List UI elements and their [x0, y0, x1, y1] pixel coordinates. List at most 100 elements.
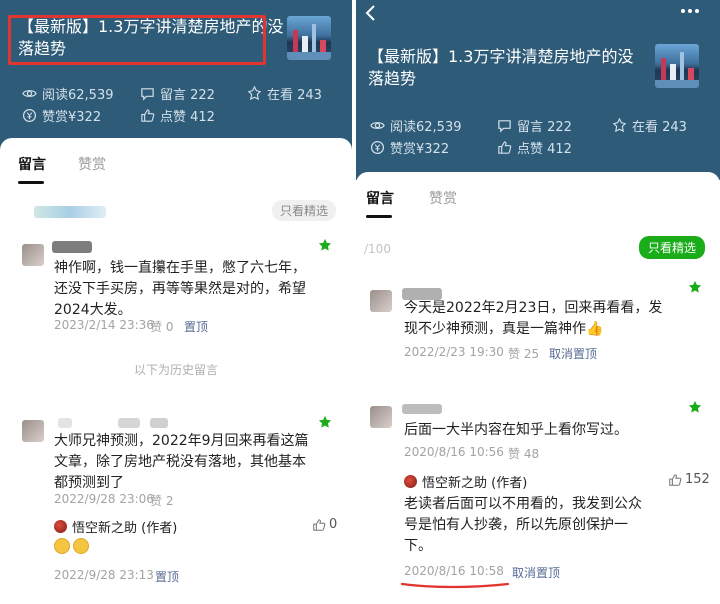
thumb-up-icon — [313, 518, 326, 531]
reward-stat[interactable]: 赞赏¥322 — [370, 138, 449, 157]
reads-text: 阅读62,539 — [390, 120, 462, 135]
likes-text: 点赞 412 — [160, 110, 215, 125]
comments-sheet: 留言 赞赏 /100 只看精选 今天是2022年2月23日，回来再看看，发 现不… — [356, 172, 720, 604]
blurred-username — [52, 241, 92, 253]
tab-comments-underline — [366, 215, 392, 218]
comments-sheet: 留言 赞赏 只看精选 神作啊，钱一直攥在手里，憋了六七年， 还没下手买房，再等等… — [0, 138, 352, 604]
comment-icon — [498, 120, 511, 133]
thumb-up-icon — [669, 473, 682, 486]
emoji-icon — [54, 538, 70, 554]
article-title-line1: 【最新版】1.3万字讲清楚房地产的没 — [368, 47, 634, 66]
reply-date: 2020/8/16 10:58 — [404, 564, 504, 578]
author-name: 悟空新之助 (作者) — [422, 476, 528, 491]
eye-icon — [22, 90, 37, 97]
author-avatar — [54, 520, 67, 533]
article-header: 【最新版】1.3万字讲清楚房地产的没 落趋势 阅读62,539 留言 222 在… — [0, 0, 352, 150]
reply-emoji — [54, 538, 89, 554]
viewing-text: 在看 243 — [267, 88, 322, 103]
featured-only-toggle[interactable]: 只看精选 — [639, 236, 706, 259]
reply-text-line2: 号是怕有人抄袭，所以先原创保护一 — [404, 517, 628, 533]
reply-like-count: 152 — [685, 472, 710, 487]
tab-comments[interactable]: 留言 — [366, 188, 394, 208]
reward-text: 赞赏¥322 — [390, 142, 450, 157]
reward-icon — [370, 140, 385, 155]
blurred-username — [150, 418, 168, 428]
comment-icon — [141, 88, 154, 101]
comment-text-line2: 现不少神预测，真是一篇神作👍 — [404, 321, 604, 337]
comment-text-line1: 今天是2022年2月23日，回来再看看，发 — [404, 300, 663, 316]
article-header: 【最新版】1.3万字讲清楚房地产的没 落趋势 阅读62,539 留言 222 在… — [356, 0, 720, 180]
comment-text-line2: 还没下手买房，再等等果然是对的，希望 — [54, 281, 306, 297]
pin-button[interactable]: 置顶 — [155, 568, 179, 585]
blurred-username — [402, 404, 442, 414]
avatar — [370, 290, 392, 312]
history-divider: 以下为历史留言 — [133, 363, 218, 377]
reward-text: 赞赏¥322 — [42, 110, 102, 125]
comment-text-line2: 文章，除了房地产税没有落地，其他基本 — [54, 454, 306, 470]
reward-icon — [22, 108, 37, 123]
viewing-stat[interactable]: 在看 243 — [612, 116, 687, 135]
comment-likes[interactable]: 赞 48 — [508, 445, 539, 462]
author-reply-header: 悟空新之助 (作者) — [404, 472, 527, 491]
avatar — [22, 244, 44, 266]
comments-stat[interactable]: 留言 222 — [497, 116, 572, 135]
tab-reward[interactable]: 赞赏 — [78, 154, 106, 174]
comment-date: 2022/9/28 23:06 — [54, 492, 154, 506]
reads-stat: 阅读62,539 — [370, 116, 462, 135]
emoji-icon — [73, 538, 89, 554]
comment-text-line1: 神作啊，钱一直攥在手里，憋了六七年， — [54, 260, 306, 276]
article-title-line2: 落趋势 — [368, 69, 417, 88]
eye-icon — [370, 122, 385, 129]
tab-comments[interactable]: 留言 — [18, 154, 46, 174]
comments-stat[interactable]: 留言 222 — [140, 84, 215, 103]
avatar — [370, 406, 392, 428]
red-underline-annotation — [400, 582, 510, 589]
reads-text: 阅读62,539 — [42, 88, 114, 103]
comment-date: 2020/8/16 10:56 — [404, 445, 504, 459]
star-icon — [318, 238, 332, 251]
viewing-icon — [612, 118, 627, 133]
reward-stat[interactable]: 赞赏¥322 — [22, 106, 101, 125]
blurred-username — [58, 418, 72, 428]
pin-button[interactable]: 置顶 — [184, 318, 208, 335]
star-icon — [688, 400, 702, 413]
likes-text: 点赞 412 — [517, 142, 572, 157]
right-screenshot: 【最新版】1.3万字讲清楚房地产的没 落趋势 阅读62,539 留言 222 在… — [356, 0, 720, 604]
viewing-text: 在看 243 — [632, 120, 687, 135]
back-icon[interactable] — [364, 4, 378, 22]
likes-stat[interactable]: 点赞 412 — [140, 106, 215, 125]
author-avatar — [404, 475, 417, 488]
comment-date: 2022/2/23 19:30 — [404, 345, 504, 359]
comment-counter: /100 — [364, 242, 391, 256]
author-name: 悟空新之助 (作者) — [72, 521, 178, 536]
reply-date: 2022/9/28 23:13 — [54, 568, 154, 582]
comments-text: 留言 222 — [517, 120, 572, 135]
left-screenshot: 【最新版】1.3万字讲清楚房地产的没 落趋势 阅读62,539 留言 222 在… — [0, 0, 352, 604]
star-icon — [688, 280, 702, 293]
unpin-button[interactable]: 取消置顶 — [512, 564, 560, 581]
comment-text-line1: 后面一大半内容在知乎上看你写过。 — [404, 422, 628, 438]
reply-like-count: 0 — [329, 517, 338, 532]
featured-only-toggle[interactable]: 只看精选 — [272, 200, 337, 221]
comments-text: 留言 222 — [160, 88, 215, 103]
comment-likes[interactable]: 赞 25 — [508, 345, 539, 362]
avatar — [22, 420, 44, 442]
author-reply-header: 悟空新之助 (作者) — [54, 517, 177, 536]
comment-likes[interactable]: 赞 2 — [150, 492, 173, 509]
more-icon[interactable] — [680, 8, 700, 14]
comment-likes[interactable]: 赞 0 — [150, 318, 173, 335]
article-thumbnail — [655, 44, 699, 88]
viewing-stat[interactable]: 在看 243 — [247, 84, 322, 103]
tab-reward[interactable]: 赞赏 — [429, 188, 457, 208]
thumb-up-icon — [141, 109, 155, 122]
reply-like-button[interactable]: 0 — [312, 517, 337, 532]
blurred-text — [34, 206, 106, 218]
reply-text-line1: 老读者后面可以不用看的，我发到公众 — [404, 496, 642, 512]
star-icon — [318, 415, 332, 428]
reads-stat: 阅读62,539 — [22, 84, 114, 103]
reply-like-button[interactable]: 152 — [668, 472, 710, 487]
thumb-up-icon — [498, 141, 512, 154]
comment-text-line3: 都预测到了 — [54, 475, 124, 491]
unpin-button[interactable]: 取消置顶 — [549, 345, 597, 362]
likes-stat[interactable]: 点赞 412 — [497, 138, 572, 157]
